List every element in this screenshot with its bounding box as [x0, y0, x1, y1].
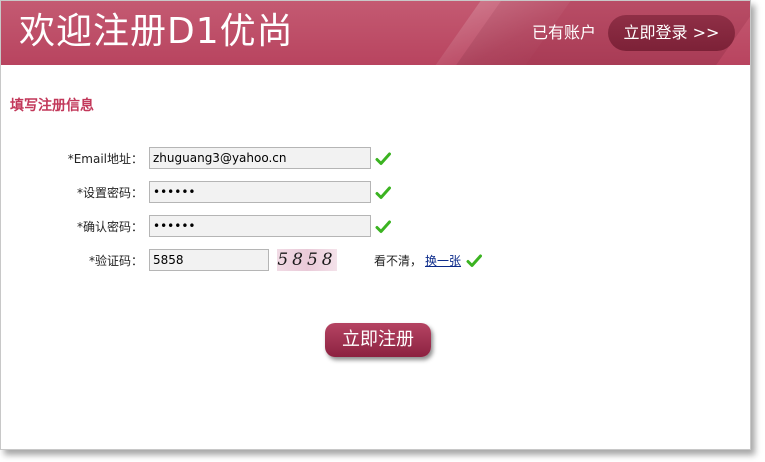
password-field[interactable]	[149, 181, 371, 203]
confirm-password-label: *确认密码：	[76, 220, 143, 234]
page-title: 欢迎注册D1优尚	[19, 11, 294, 52]
password-label: *设置密码：	[76, 186, 143, 200]
refresh-captcha-link[interactable]: 换一张	[425, 249, 461, 273]
captcha-label: *验证码：	[88, 254, 143, 268]
confirm-password-field[interactable]	[149, 215, 371, 237]
green-check-icon	[375, 152, 391, 165]
section-title: 填写注册信息	[10, 98, 94, 114]
green-check-icon	[375, 186, 391, 199]
captcha-field[interactable]	[149, 249, 269, 271]
green-check-icon	[375, 220, 391, 233]
email-row: *Email地址：	[1, 147, 750, 171]
password-row: *设置密码：	[1, 181, 750, 205]
email-label: *Email地址：	[67, 152, 143, 166]
header-banner: 欢迎注册D1优尚 已有账户 立即登录 >>	[1, 1, 750, 65]
has-account-text: 已有账户	[532, 23, 597, 42]
green-check-icon	[466, 254, 482, 267]
registration-window: 欢迎注册D1优尚 已有账户 立即登录 >> 填写注册信息 *Email地址： *…	[0, 0, 751, 450]
email-field[interactable]	[149, 147, 371, 169]
confirm-password-row: *确认密码：	[1, 215, 750, 239]
captcha-unclear-text: 看不清，	[374, 254, 423, 268]
register-button[interactable]: 立即注册	[325, 323, 431, 357]
captcha-image: 5858	[277, 249, 337, 271]
captcha-row: *验证码： 5858 看不清， 换一张	[1, 249, 750, 273]
login-button[interactable]: 立即登录 >>	[608, 15, 735, 51]
